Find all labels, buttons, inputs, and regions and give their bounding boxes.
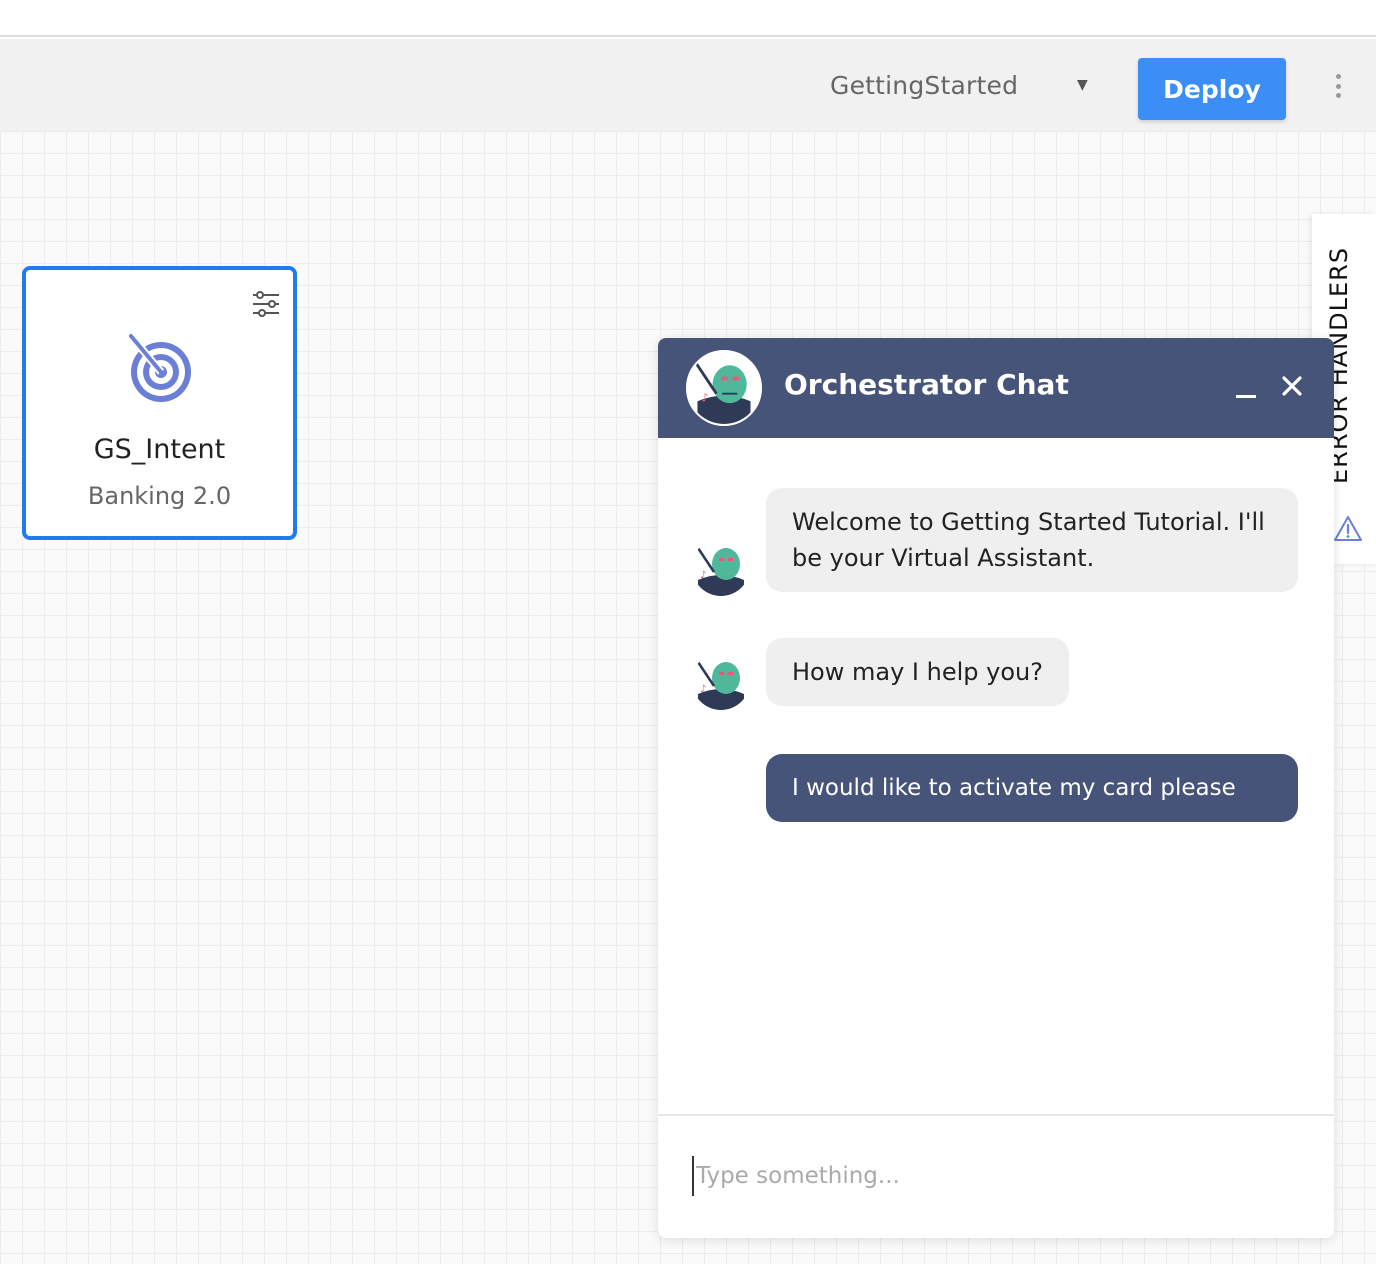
chat-divider — [658, 1114, 1334, 1116]
deploy-button[interactable]: Deploy — [1138, 58, 1286, 120]
chat-window: ♪ Orchestrator Chat ♪ Welcome to Getting… — [658, 338, 1334, 1238]
node-title: GS_Intent — [93, 434, 226, 465]
svg-text:♪: ♪ — [701, 390, 708, 404]
close-icon[interactable] — [1278, 372, 1306, 400]
chat-message-input[interactable] — [692, 1156, 1292, 1196]
minimize-icon[interactable] — [1234, 374, 1258, 400]
flow-selector-label: GettingStarted — [830, 70, 1019, 100]
top-bar — [0, 0, 1376, 37]
user-message-bubble: I would like to activate my card please — [766, 754, 1298, 822]
target-icon — [127, 333, 191, 402]
bot-message-avatar: ♪ — [692, 538, 750, 596]
bot-message-bubble: Welcome to Getting Started Tutorial. I'l… — [766, 488, 1298, 592]
bot-avatar: ♪ — [686, 350, 762, 426]
svg-text:♪: ♪ — [700, 570, 706, 581]
bot-message-avatar: ♪ — [692, 652, 750, 710]
caret-down-icon: ▼ — [1077, 77, 1088, 93]
orc-avatar-icon: ♪ — [688, 352, 760, 424]
orc-avatar-icon: ♪ — [692, 538, 750, 596]
bot-message-bubble: How may I help you? — [766, 638, 1069, 706]
chat-header: ♪ Orchestrator Chat — [658, 338, 1334, 438]
warning-icon — [1334, 516, 1362, 541]
flow-selector[interactable]: GettingStarted ▼ — [830, 65, 1100, 105]
more-options-icon[interactable] — [1326, 71, 1350, 101]
intent-node[interactable]: GS_Intent Banking 2.0 — [22, 266, 297, 540]
svg-text:♪: ♪ — [700, 684, 706, 695]
node-subtitle: Banking 2.0 — [87, 482, 232, 510]
toolbar: GettingStarted ▼ Deploy — [0, 39, 1376, 131]
orc-avatar-icon: ♪ — [692, 652, 750, 710]
sliders-icon[interactable] — [250, 288, 282, 320]
chat-title: Orchestrator Chat — [784, 368, 1069, 401]
